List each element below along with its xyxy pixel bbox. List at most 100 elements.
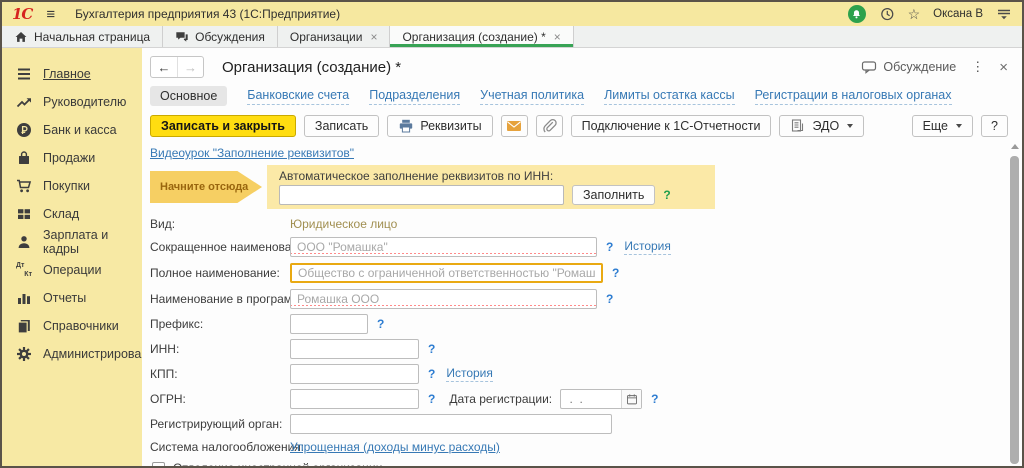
tab-home[interactable]: Начальная страница bbox=[2, 26, 163, 47]
scroll-up-arrow-icon[interactable] bbox=[1011, 144, 1019, 149]
save-button[interactable]: Записать bbox=[304, 115, 379, 137]
link-tax-registrations[interactable]: Регистрации в налоговых органах bbox=[755, 87, 952, 104]
ruble-coin-icon bbox=[16, 122, 32, 138]
chevron-down-icon bbox=[956, 124, 962, 128]
kpp-history-link[interactable]: История bbox=[446, 366, 493, 381]
sidebar-item-sales[interactable]: Продажи bbox=[2, 144, 142, 172]
help-button[interactable]: ? bbox=[981, 115, 1008, 137]
kpp-input[interactable] bbox=[290, 364, 419, 384]
tax-system-link[interactable]: Упрощенная (доходы минус расходы) bbox=[290, 440, 500, 454]
close-icon[interactable]: × bbox=[370, 30, 377, 44]
help-icon[interactable]: ? bbox=[428, 392, 435, 406]
back-button[interactable]: ← bbox=[151, 57, 177, 77]
help-icon[interactable]: ? bbox=[428, 367, 435, 381]
tab-discussions[interactable]: Обсуждения bbox=[163, 26, 278, 47]
sidebar-item-bank-cash[interactable]: Банк и касса bbox=[2, 116, 142, 144]
short-name-history-link[interactable]: История bbox=[624, 239, 671, 254]
fill-button[interactable]: Заполнить bbox=[572, 185, 655, 205]
kpp-label: КПП: bbox=[150, 367, 290, 381]
vertical-scrollbar[interactable] bbox=[1010, 144, 1019, 464]
inn-autofill-input[interactable] bbox=[279, 185, 564, 205]
help-icon[interactable]: ? bbox=[651, 392, 658, 406]
tab-organizations[interactable]: Организации × bbox=[278, 26, 391, 47]
prefix-input[interactable] bbox=[290, 314, 368, 334]
history-button[interactable] bbox=[879, 6, 895, 22]
discussion-label: Обсуждение bbox=[883, 60, 956, 74]
save-close-button[interactable]: Записать и закрыть bbox=[150, 115, 296, 137]
close-form-icon[interactable]: × bbox=[999, 59, 1008, 76]
sidebar-item-main[interactable]: Главное bbox=[2, 60, 142, 88]
link-accounting-policy[interactable]: Учетная политика bbox=[480, 87, 584, 104]
help-icon[interactable]: ? bbox=[428, 342, 435, 356]
link-cash-limits[interactable]: Лимиты остатка кассы bbox=[604, 87, 734, 104]
help-icon[interactable]: ? bbox=[606, 292, 613, 306]
fill-help-icon[interactable]: ? bbox=[663, 188, 670, 202]
help-icon[interactable]: ? bbox=[606, 240, 613, 254]
sidebar-item-purchases[interactable]: Покупки bbox=[2, 172, 142, 200]
history-nav-buttons: ← → bbox=[150, 56, 204, 78]
tab-label: Организация (создание) * bbox=[402, 30, 545, 44]
sidebar-item-administration[interactable]: Администрирование bbox=[2, 340, 142, 368]
discussion-bubble-icon bbox=[861, 59, 877, 75]
reg-date-label: Дата регистрации: bbox=[449, 392, 552, 406]
more-menu-icon[interactable]: ⋮ bbox=[971, 59, 984, 75]
titlebar-actions: ☆ Оксана В bbox=[848, 5, 1012, 23]
requisites-button[interactable]: Реквизиты bbox=[387, 115, 492, 137]
history-clock-icon bbox=[879, 6, 895, 22]
reg-date-input[interactable] bbox=[561, 392, 621, 406]
program-name-input[interactable] bbox=[290, 289, 597, 309]
kind-value[interactable]: Юридическое лицо bbox=[290, 217, 397, 231]
forward-button[interactable]: → bbox=[177, 57, 203, 77]
mail-button[interactable] bbox=[501, 115, 528, 137]
notifications-button[interactable] bbox=[848, 5, 866, 23]
page-header-actions: Обсуждение ⋮ × bbox=[861, 59, 1008, 76]
reg-organ-row: Регистрирующий орган: bbox=[150, 414, 1008, 434]
edo-button[interactable]: ЭДО bbox=[779, 115, 864, 137]
inn-input[interactable] bbox=[290, 339, 419, 359]
connect-1c-reporting-button[interactable]: Подключение к 1С-Отчетности bbox=[571, 115, 772, 137]
calendar-icon bbox=[626, 393, 638, 405]
sidebar-item-manager[interactable]: Руководителю bbox=[2, 88, 142, 116]
link-subdivisions[interactable]: Подразделения bbox=[369, 87, 460, 104]
books-icon bbox=[16, 318, 32, 334]
sidebar-item-salary-hr[interactable]: Зарплата и кадры bbox=[2, 228, 142, 256]
tab-main[interactable]: Основное bbox=[150, 86, 227, 106]
short-name-input[interactable] bbox=[290, 237, 597, 257]
video-tutorial-link[interactable]: Видеоурок "Заполнение реквизитов" bbox=[150, 146, 354, 160]
gear-icon bbox=[16, 346, 32, 362]
full-name-input[interactable] bbox=[290, 263, 603, 283]
main-area: Главное Руководителю Банк и касса Продаж… bbox=[2, 48, 1022, 466]
tab-label: Обсуждения bbox=[195, 30, 265, 44]
full-name-row: Полное наименование: ? bbox=[150, 262, 1008, 284]
calendar-button[interactable] bbox=[621, 390, 641, 408]
help-icon[interactable]: ? bbox=[377, 317, 384, 331]
full-name-label: Полное наименование: bbox=[150, 266, 290, 280]
reg-date-field bbox=[560, 389, 642, 409]
more-button[interactable]: Еще bbox=[912, 115, 973, 137]
discussion-button[interactable]: Обсуждение bbox=[861, 59, 956, 75]
reg-organ-input[interactable] bbox=[290, 414, 612, 434]
ogrn-input[interactable] bbox=[290, 389, 419, 409]
close-icon[interactable]: × bbox=[554, 30, 561, 44]
settings-menu-button[interactable] bbox=[996, 6, 1012, 22]
favorites-button[interactable]: ☆ bbox=[908, 7, 921, 21]
scrollbar-thumb[interactable] bbox=[1010, 156, 1019, 464]
sidebar-item-operations[interactable]: ДтКт Операции bbox=[2, 256, 142, 284]
sidebar-item-directories[interactable]: Справочники bbox=[2, 312, 142, 340]
ogrn-label: ОГРН: bbox=[150, 392, 290, 406]
sidebar-item-warehouse[interactable]: Склад bbox=[2, 200, 142, 228]
main-menu-icon[interactable]: ≡ bbox=[46, 6, 55, 23]
user-name[interactable]: Оксана В bbox=[933, 8, 983, 20]
link-bank-accounts[interactable]: Банковские счета bbox=[247, 87, 349, 104]
more-label: Еще bbox=[923, 119, 948, 133]
sidebar-item-reports[interactable]: Отчеты bbox=[2, 284, 142, 312]
start-here-callout: Начните отсюда bbox=[150, 171, 262, 203]
home-icon bbox=[14, 30, 28, 44]
foreign-branch-checkbox[interactable] bbox=[152, 462, 165, 468]
sidebar-item-label: Руководителю bbox=[43, 95, 126, 109]
attach-button[interactable] bbox=[536, 115, 563, 137]
help-icon[interactable]: ? bbox=[612, 266, 619, 280]
sidebar-item-label: Банк и касса bbox=[43, 123, 117, 137]
menu-icon bbox=[16, 66, 32, 82]
tab-organization-create[interactable]: Организация (создание) * × bbox=[390, 26, 573, 47]
